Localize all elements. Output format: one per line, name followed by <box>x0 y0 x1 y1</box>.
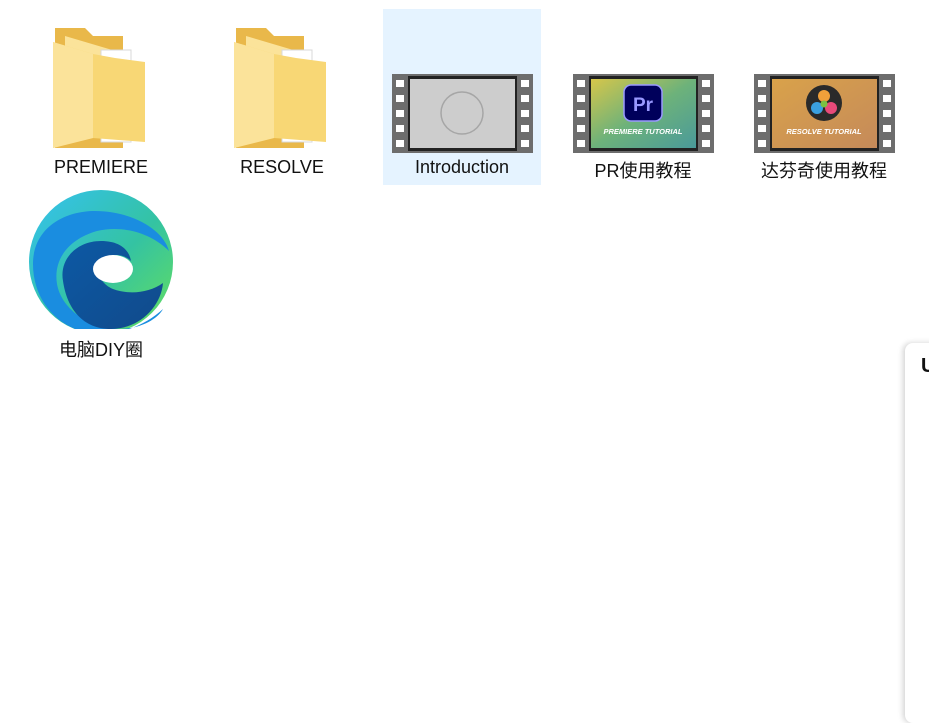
side-panel[interactable]: U <box>905 343 929 723</box>
desktop-item-label: RESOLVE <box>240 157 324 177</box>
thumbnail-caption: PREMIERE TUTORIAL <box>603 127 682 136</box>
desktop-item-label: PR使用教程 <box>594 161 692 181</box>
desktop-item-resolve-folder[interactable]: RESOLVE <box>203 9 361 185</box>
edge-browser-icon <box>29 190 173 329</box>
thumbnail-caption: RESOLVE TUTORIAL <box>786 127 862 136</box>
side-panel-peek-text: U <box>921 355 929 377</box>
desktop-item-label: 达芬奇使用教程 <box>761 161 887 181</box>
desktop-item-label: Introduction <box>414 157 510 177</box>
desktop-item-premiere-folder[interactable]: PREMIERE <box>22 9 180 185</box>
desktop-item-introduction-video[interactable]: Introduction <box>383 9 541 185</box>
video-file-icon <box>392 74 533 153</box>
premiere-logo-text: Pr <box>633 95 654 116</box>
video-file-icon: Pr PREMIERE TUTORIAL <box>573 74 714 153</box>
folder-icon <box>234 28 326 148</box>
desktop-item-label: 电脑DIY圈 <box>58 340 143 360</box>
folder-icon <box>53 28 145 148</box>
video-file-icon: RESOLVE TUTORIAL <box>754 74 895 153</box>
desktop-item-label: PREMIERE <box>53 157 149 177</box>
desktop-item-edge-shortcut[interactable]: 电脑DIY圈 <box>22 188 180 364</box>
desktop-item-pr-tutorial-video[interactable]: Pr PREMIERE TUTORIAL PR使用教程 <box>564 9 722 185</box>
desktop-item-resolve-tutorial-video[interactable]: RESOLVE TUTORIAL 达芬奇使用教程 <box>745 9 903 185</box>
